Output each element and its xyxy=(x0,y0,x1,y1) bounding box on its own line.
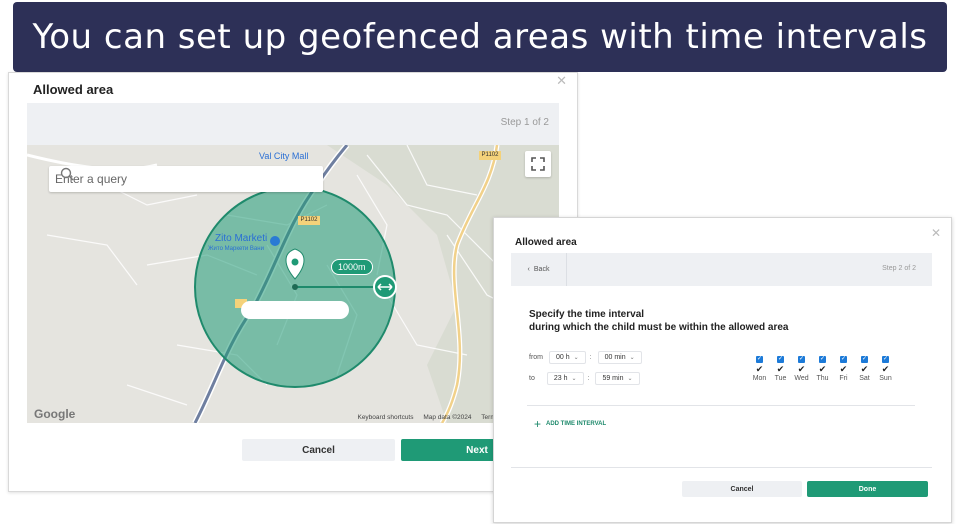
day-label: Mon xyxy=(752,375,767,382)
map-attribution: Keyboard shortcuts Map data ©2024 Terms xyxy=(349,414,499,421)
chevron-down-icon: ⌄ xyxy=(629,355,635,361)
divider xyxy=(527,405,915,406)
to-hours-value: 23 h xyxy=(553,375,568,382)
address-pill xyxy=(241,301,349,319)
chevron-down-icon: ⌄ xyxy=(571,376,577,382)
map-poi-label: Zito Marketi xyxy=(215,233,268,244)
weekday-selector: ✓ ✔ Mon ✓ ✔ Tue ✓ ✔ Wed ✓ ✔ Thu ✓ ✔ Fri ✓ ✔ Sat ✓ ✔ Su… xyxy=(749,356,896,382)
to-hours-select[interactable]: 23 h ⌄ xyxy=(546,372,584,385)
close-icon[interactable]: ✕ xyxy=(931,226,941,240)
checkbox[interactable]: ✓ xyxy=(840,356,847,363)
add-time-interval-button[interactable]: + ADD TIME INTERVAL xyxy=(534,417,607,431)
chevron-left-icon: ‹ xyxy=(527,266,530,273)
checkmark-icon: ✔ xyxy=(839,364,848,374)
day-mon[interactable]: ✓ ✔ Mon xyxy=(749,356,770,382)
from-hours-select[interactable]: 00 h ⌄ xyxy=(549,351,586,364)
checkbox[interactable]: ✓ xyxy=(756,356,763,363)
plus-icon: + xyxy=(534,417,542,431)
colon-separator: : xyxy=(589,354,592,361)
map-poi-label: Val City Mall xyxy=(259,151,309,161)
fullscreen-icon xyxy=(531,157,545,171)
day-label: Tue xyxy=(774,375,787,382)
google-logo: Google xyxy=(34,407,76,421)
checkbox[interactable]: ✓ xyxy=(819,356,826,363)
from-label: from xyxy=(529,354,543,361)
search-icon xyxy=(60,167,74,181)
checkbox[interactable]: ✓ xyxy=(798,356,805,363)
to-row: to 23 h ⌄ : 59 min ⌄ xyxy=(529,372,640,385)
time-interval-heading: Specify the time interval during which t… xyxy=(529,308,788,334)
colon-separator: : xyxy=(587,375,590,382)
step-bar: ‹ Back Step 2 of 2 xyxy=(511,253,932,286)
checkbox[interactable]: ✓ xyxy=(861,356,868,363)
day-label: Sat xyxy=(859,375,870,382)
day-label: Wed xyxy=(794,375,809,382)
day-tue[interactable]: ✓ ✔ Tue xyxy=(770,356,791,382)
from-minutes-select[interactable]: 00 min ⌄ xyxy=(597,351,642,364)
road-tag: P1102 xyxy=(481,152,499,158)
checkbox[interactable]: ✓ xyxy=(882,356,889,363)
step-indicator: Step 1 of 2 xyxy=(500,117,549,128)
chevron-down-icon: ⌄ xyxy=(627,376,633,382)
road-tag: P1102 xyxy=(300,217,318,223)
from-hours-value: 00 h xyxy=(556,354,570,361)
cancel-button[interactable]: Cancel xyxy=(242,439,395,461)
heading-line-2: during which the child must be within th… xyxy=(529,322,789,333)
checkmark-icon: ✔ xyxy=(755,364,764,374)
map-poi-sublabel: Жито Маркети Вани xyxy=(208,246,264,252)
day-thu[interactable]: ✓ ✔ Thu xyxy=(812,356,833,382)
checkmark-icon: ✔ xyxy=(881,364,890,374)
day-sun[interactable]: ✓ ✔ Sun xyxy=(875,356,896,382)
done-button[interactable]: Done xyxy=(807,481,928,497)
heading-line-1: Specify the time interval xyxy=(529,309,645,320)
allowed-area-dialog-step2: Allowed area ✕ ‹ Back Step 2 of 2 Specif… xyxy=(493,217,952,523)
checkmark-icon: ✔ xyxy=(818,364,827,374)
add-time-interval-label: ADD TIME INTERVAL xyxy=(546,421,607,427)
banner: You can set up geofenced areas with time… xyxy=(13,2,947,72)
dialog-title: Allowed area xyxy=(515,237,577,248)
map-data-text: Map data ©2024 xyxy=(423,414,472,421)
cancel-button[interactable]: Cancel xyxy=(682,481,802,497)
checkmark-icon: ✔ xyxy=(860,364,869,374)
keyboard-shortcuts-link[interactable]: Keyboard shortcuts xyxy=(357,414,413,421)
to-minutes-value: 59 min xyxy=(602,375,624,382)
fullscreen-button[interactable] xyxy=(525,151,551,177)
from-minutes-value: 00 min xyxy=(604,354,626,361)
day-wed[interactable]: ✓ ✔ Wed xyxy=(791,356,812,382)
day-sat[interactable]: ✓ ✔ Sat xyxy=(854,356,875,382)
from-row: from 00 h ⌄ : 00 min ⌄ xyxy=(529,351,642,364)
back-label: Back xyxy=(533,266,550,273)
search-input[interactable] xyxy=(53,171,287,187)
map[interactable]: P1102 P1102 Val City Mall Zito Marketi Ж… xyxy=(27,145,559,423)
checkmark-icon: ✔ xyxy=(797,364,806,374)
map-search-box[interactable] xyxy=(49,166,323,192)
to-label: to xyxy=(529,375,535,382)
back-button[interactable]: ‹ Back xyxy=(511,253,567,286)
step-indicator: Step 2 of 2 xyxy=(882,265,916,272)
day-label: Sun xyxy=(879,375,892,382)
dialog-title: Allowed area xyxy=(33,82,114,97)
divider xyxy=(511,467,932,468)
radius-label: 1000m xyxy=(331,259,373,275)
chevron-down-icon: ⌄ xyxy=(573,355,579,361)
day-fri[interactable]: ✓ ✔ Fri xyxy=(833,356,854,382)
checkmark-icon: ✔ xyxy=(776,364,785,374)
step-bar: Step 1 of 2 xyxy=(27,103,559,145)
day-label: Thu xyxy=(816,375,829,382)
to-minutes-select[interactable]: 59 min ⌄ xyxy=(595,372,640,385)
day-label: Fri xyxy=(839,375,848,382)
close-icon[interactable]: ✕ xyxy=(556,73,567,89)
checkbox[interactable]: ✓ xyxy=(777,356,784,363)
